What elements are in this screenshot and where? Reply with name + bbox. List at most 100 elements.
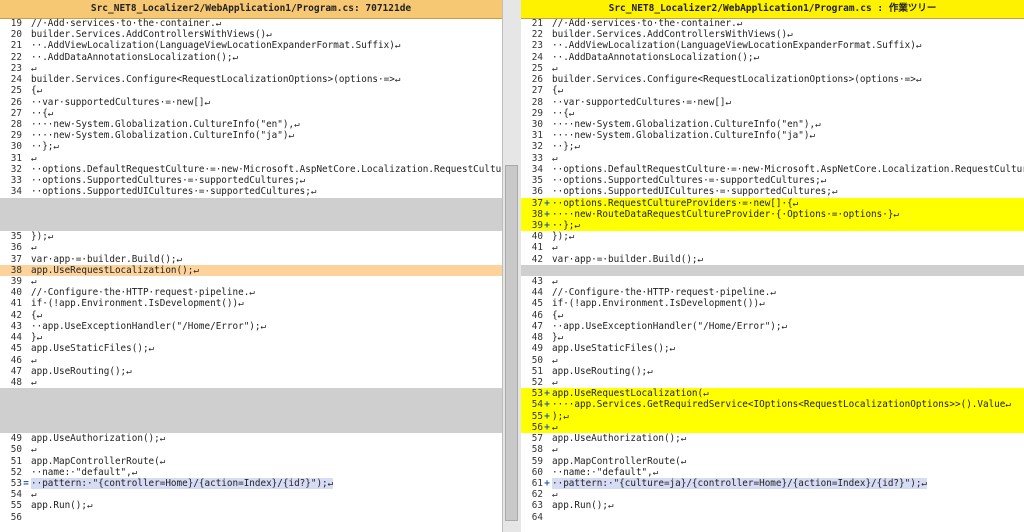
code-line[interactable]: 38 + ····new·RouteDataRequestCultureProvid… (521, 208, 1024, 220)
code-line[interactable]: 28 ··var·supportedCultures·=·new[]↵ (521, 97, 1024, 108)
right-code-lines[interactable]: 21 //·Add·services·to·the·container.↵ 22 bu… (521, 18, 1024, 532)
diff-gap-row[interactable] (0, 219, 502, 232)
code-line[interactable]: 49 app.UseStaticFiles();↵ (521, 343, 1024, 354)
line-number: 38 (531, 208, 543, 220)
code-line[interactable]: 56 (0, 512, 502, 523)
code-line[interactable]: 58 ↵ (521, 444, 1024, 455)
code-line[interactable]: 31 ····new·System.Globalization.CultureIn… (521, 130, 1024, 141)
code-line[interactable]: 64 (521, 512, 1024, 523)
code-line[interactable]: 62 ↵ (521, 489, 1024, 500)
right-diff-pane[interactable]: Src_NET8_Localizer2/WebApplication1/Prog… (521, 0, 1024, 532)
diff-gap-row[interactable] (0, 399, 502, 411)
code-line[interactable]: 43 ↵ (521, 276, 1024, 287)
code-line[interactable]: 55 app.Run();↵ (0, 500, 502, 511)
code-line[interactable]: 26 builder.Services.Configure<RequestLoca… (521, 74, 1024, 85)
code-line[interactable]: 61 + ··pattern:·"{culture=ja}/{controller=… (521, 477, 1024, 489)
code-line[interactable]: 43 ··app.UseExceptionHandler("/Home/Error… (0, 321, 502, 332)
code-line[interactable]: 39 + ··};↵ (521, 219, 1024, 232)
code-line[interactable]: 45 if·(!app.Environment.IsDevelopment())↵ (521, 298, 1024, 309)
diff-gap-row[interactable] (0, 421, 502, 434)
code-line[interactable]: 40});↵ (521, 231, 1024, 242)
code-line[interactable]: 21 ··.AddViewLocalization(LanguageViewLoc… (0, 40, 502, 51)
code-line[interactable]: 56 + ↵ (521, 421, 1024, 434)
code-line[interactable]: 59 app.MapControllerRoute(↵ (521, 456, 1024, 467)
code-line[interactable]: 39 ↵ (0, 276, 502, 287)
code-line[interactable]: 30 ··};↵ (0, 141, 502, 152)
code-line[interactable]: 38 app.UseRequestLocalization();↵ (0, 264, 502, 277)
code-line[interactable]: 34 ··options.SupportedUICultures·=·suppor… (0, 186, 502, 197)
code-line[interactable]: 24 builder.Services.Configure<RequestLoca… (0, 74, 502, 85)
code-line[interactable]: 34 ··options.DefaultRequestCulture·=·new·… (521, 164, 1024, 175)
code-line[interactable]: 33 ↵ (521, 153, 1024, 164)
code-line[interactable]: 53 + app.UseRequestLocalization(↵ (521, 388, 1024, 400)
code-line[interactable]: 63 app.Run();↵ (521, 500, 1024, 511)
code-line[interactable]: 41 if·(!app.Environment.IsDevelopment())↵ (0, 298, 502, 309)
code-line[interactable]: 55 +);↵ (521, 410, 1024, 422)
code-line[interactable]: 52 ··name:·"default",↵ (0, 467, 502, 478)
code-line[interactable]: 22 builder.Services.AddControllersWithVie… (521, 29, 1024, 40)
code-line[interactable]: 29 ··{↵ (521, 108, 1024, 119)
diff-marker: + (544, 421, 550, 433)
code-line[interactable]: 37 + ··options.RequestCultureProviders·=·n… (521, 197, 1024, 209)
code-line[interactable]: 57 app.UseAuthorization();↵ (521, 433, 1024, 444)
code-line[interactable]: 44 //·Configure·the·HTTP·request·pipeline… (521, 287, 1024, 298)
code-line[interactable]: 46 {↵ (521, 310, 1024, 321)
code-line[interactable]: 30 ····new·System.Globalization.CultureIn… (521, 119, 1024, 130)
code-line[interactable]: 47 ··app.UseExceptionHandler("/Home/Error… (521, 321, 1024, 332)
diff-gap-row[interactable] (521, 264, 1024, 277)
code-line[interactable]: 51 app.MapControllerRoute(↵ (0, 456, 502, 467)
diff-gap-row[interactable] (0, 208, 502, 220)
code-line[interactable]: 54 ↵ (0, 489, 502, 500)
code-line[interactable]: 37 var·app·=·builder.Build();↵ (0, 254, 502, 265)
left-code-lines[interactable]: 19 //·Add·services·to·the·container.↵ 20 bu… (0, 18, 502, 532)
code-line[interactable]: 51 app.UseRouting();↵ (521, 366, 1024, 377)
code-line[interactable]: 35 ··options.SupportedCultures·=·supporte… (521, 175, 1024, 186)
code-line[interactable]: 42 var·app·=·builder.Build();↵ (521, 254, 1024, 265)
code-line[interactable]: 33 ··options.SupportedCultures·=·supporte… (0, 175, 502, 186)
diff-gap-row[interactable] (0, 410, 502, 422)
diff-gap-row[interactable] (0, 388, 502, 400)
code-line[interactable]: 25 {↵ (0, 85, 502, 96)
code-line[interactable]: 27 ··{↵ (0, 108, 502, 119)
diff-gap-row[interactable] (0, 197, 502, 209)
code-line[interactable]: 23 ↵ (0, 63, 502, 74)
code-line[interactable]: 28 ····new·System.Globalization.CultureIn… (0, 119, 502, 130)
code-line[interactable]: 32 ··options.DefaultRequestCulture·=·new·… (0, 164, 502, 175)
code-line[interactable]: 50 ↵ (521, 355, 1024, 366)
code-line[interactable]: 36 ··options.SupportedUICultures·=·suppor… (521, 186, 1024, 197)
code-line[interactable]: 40 //·Configure·the·HTTP·request·pipeline… (0, 287, 502, 298)
scrollbar-thumb[interactable] (505, 165, 518, 521)
code-line[interactable]: 48}↵ (521, 332, 1024, 343)
code-line[interactable]: 44}↵ (0, 332, 502, 343)
code-line[interactable]: 22 ··.AddDataAnnotationsLocalization();↵ (0, 52, 502, 63)
code-line[interactable]: 32 ··};↵ (521, 141, 1024, 152)
code-text: ↵ (552, 276, 558, 288)
line-number: 21 (10, 40, 22, 52)
code-line[interactable]: 23 ··.AddViewLocalization(LanguageViewLoc… (521, 40, 1024, 51)
code-line[interactable]: 54 + ····app.Services.GetRequiredService<I… (521, 399, 1024, 411)
code-line[interactable]: 24 ··.AddDataAnnotationsLocalization();↵ (521, 52, 1024, 63)
code-line[interactable]: 49 app.UseAuthorization();↵ (0, 433, 502, 444)
code-line[interactable]: 42 {↵ (0, 310, 502, 321)
code-line[interactable]: 52 ↵ (521, 377, 1024, 388)
code-line[interactable]: 41 ↵ (521, 242, 1024, 253)
code-line[interactable]: 26 ··var·supportedCultures·=·new[]↵ (0, 97, 502, 108)
code-line[interactable]: 36 ↵ (0, 242, 502, 253)
code-line[interactable]: 46 ↵ (0, 355, 502, 366)
code-line[interactable]: 35});↵ (0, 231, 502, 242)
code-line[interactable]: 25 ↵ (521, 63, 1024, 74)
code-line[interactable]: 27 {↵ (521, 85, 1024, 96)
code-line[interactable]: 47 app.UseRouting();↵ (0, 366, 502, 377)
vertical-scrollbar[interactable] (502, 0, 523, 532)
code-line[interactable]: 19 //·Add·services·to·the·container.↵ (0, 18, 502, 29)
code-line[interactable]: 29 ····new·System.Globalization.CultureIn… (0, 130, 502, 141)
code-line[interactable]: 50 ↵ (0, 444, 502, 455)
code-line[interactable]: 45 app.UseStaticFiles();↵ (0, 343, 502, 354)
code-line[interactable]: 31 ↵ (0, 153, 502, 164)
left-diff-pane[interactable]: Src_NET8_Localizer2/WebApplication1/Prog… (0, 0, 502, 532)
code-line[interactable]: 60 ··name:·"default",↵ (521, 467, 1024, 478)
code-line[interactable]: 53 = ··pattern:·"{controller=Home}/{action… (0, 477, 502, 489)
code-line[interactable]: 21 //·Add·services·to·the·container.↵ (521, 18, 1024, 29)
code-line[interactable]: 20 builder.Services.AddControllersWithVie… (0, 29, 502, 40)
code-line[interactable]: 48 ↵ (0, 377, 502, 388)
